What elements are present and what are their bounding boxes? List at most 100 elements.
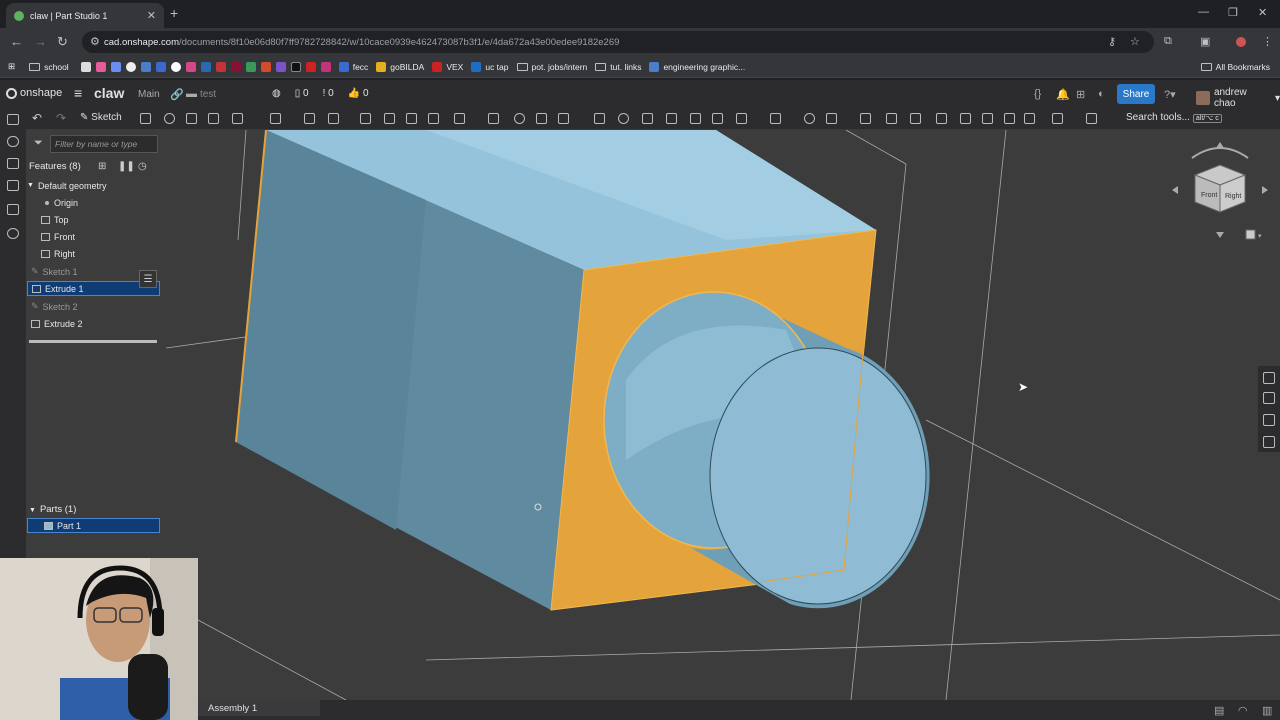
loft-icon[interactable] <box>208 113 219 124</box>
extend-icon[interactable] <box>982 113 993 124</box>
bookmark-star-icon[interactable]: ☆ <box>1130 35 1140 48</box>
bookmark-school[interactable]: school <box>29 62 69 72</box>
move-face-icon[interactable] <box>642 113 653 124</box>
mass-properties-icon[interactable] <box>1263 392 1275 404</box>
modify-fillet-icon[interactable] <box>618 113 629 124</box>
mate-connector-icon[interactable] <box>736 113 747 124</box>
onshape-logo[interactable]: onshape <box>6 87 62 99</box>
profile-avatar[interactable] <box>1236 37 1246 47</box>
user-menu[interactable]: andrew chao ▾ <box>1196 87 1280 109</box>
versions-counter[interactable]: ▯ 0 <box>295 88 309 99</box>
list-panel-toggle-icon[interactable]: ☰ <box>139 270 157 288</box>
bookmark-favicon-icon[interactable] <box>80 61 91 72</box>
tree-top-plane[interactable]: Top <box>27 212 160 227</box>
bookmark-jobs[interactable]: pot. jobs/intern <box>516 62 587 72</box>
bookmark-favicon-icon[interactable] <box>140 61 151 72</box>
appearance-icon[interactable] <box>7 180 19 191</box>
bookmark-tut-links[interactable]: tut. links <box>595 62 641 72</box>
toggle-panel-icon[interactable]: ▥ <box>1262 704 1272 717</box>
likes-counter[interactable]: 👍 0 <box>348 88 369 99</box>
github-icon[interactable] <box>125 61 136 72</box>
tree-front-plane[interactable]: Front <box>27 229 160 244</box>
pattern-icon[interactable] <box>454 113 465 124</box>
help-icon[interactable]: ?▾ <box>1164 88 1176 101</box>
shell-icon[interactable] <box>384 113 395 124</box>
info-icon[interactable] <box>170 61 181 72</box>
bookmark-favicon-icon[interactable] <box>275 61 286 72</box>
bookmark-favicon-icon[interactable] <box>110 61 121 72</box>
chamfer-icon[interactable] <box>304 113 315 124</box>
helix-icon[interactable] <box>770 113 781 124</box>
bookmark-favicon-icon[interactable] <box>230 61 241 72</box>
wrap-icon[interactable] <box>428 113 439 124</box>
history-icon[interactable] <box>7 228 19 239</box>
globe-icon[interactable]: ◍ <box>272 88 281 99</box>
key-icon[interactable]: ⚷ <box>1108 35 1116 48</box>
maximize-button[interactable]: ❐ <box>1228 6 1238 19</box>
bookmark-gobilda[interactable]: goBILDA <box>376 61 424 72</box>
view-options-icon[interactable] <box>1086 113 1097 124</box>
plane-icon[interactable] <box>712 113 723 124</box>
view-cube[interactable]: Front Right ▾ <box>1170 140 1270 250</box>
bookmark-engineering[interactable]: engineering graphic... <box>649 61 745 72</box>
cube-right-label[interactable]: Right <box>1225 193 1241 200</box>
draft-icon[interactable] <box>328 113 339 124</box>
replace-face-icon[interactable] <box>666 113 677 124</box>
undo-icon[interactable]: ↶ <box>32 111 42 125</box>
weld-icon[interactable] <box>936 113 947 124</box>
cursor-tools-icon[interactable] <box>1024 113 1035 124</box>
learning-icon[interactable]: ◐ <box>1098 88 1105 100</box>
forward-icon[interactable]: → <box>34 34 47 49</box>
trim-icon[interactable] <box>1004 113 1015 124</box>
bookmark-favicon-icon[interactable] <box>245 61 256 72</box>
bookmark-favicon-icon[interactable] <box>155 61 166 72</box>
menu-kebab-icon[interactable]: ⋮ <box>1262 35 1273 48</box>
tab-assembly-1[interactable]: Assembly 1 <box>198 700 320 716</box>
graphics-viewport[interactable] <box>26 130 1280 700</box>
revolve-icon[interactable] <box>164 113 175 124</box>
folder-add-icon[interactable]: ⊞ <box>98 161 106 172</box>
section-view-icon[interactable] <box>804 113 815 124</box>
hamburger-menu-icon[interactable]: ≡ <box>74 85 82 101</box>
minimize-button[interactable]: — <box>1198 6 1209 18</box>
bookmark-favicon-icon[interactable] <box>95 61 106 72</box>
extrude-icon[interactable] <box>140 113 151 124</box>
document-icon[interactable] <box>7 158 19 169</box>
model-view[interactable] <box>26 130 1280 700</box>
variable-icon[interactable] <box>826 113 837 124</box>
tree-extrude-2[interactable]: Extrude 2 <box>27 316 160 331</box>
browser-tab[interactable]: claw | Part Studio 1 ✕ <box>6 3 164 28</box>
sketch-button[interactable]: ✎ Sketch <box>80 112 122 123</box>
filter-icon[interactable]: ⏷ <box>34 137 43 150</box>
comments-icon[interactable] <box>7 136 19 147</box>
thicken-icon[interactable] <box>232 113 243 124</box>
feature-list-icon[interactable] <box>7 114 19 125</box>
workspace-name[interactable]: test <box>200 89 216 100</box>
search-tools-input[interactable]: Search tools... alt/⌥ c <box>1126 112 1222 123</box>
tree-part-1[interactable]: Part 1 <box>27 518 160 533</box>
boolean-icon[interactable] <box>514 113 525 124</box>
site-info-icon[interactable]: ⚙ <box>90 35 100 48</box>
tree-default-geometry[interactable]: ▼ Default geometry <box>27 178 160 193</box>
side-panel-icon[interactable]: ▣ <box>1200 35 1210 48</box>
tab-close-button[interactable]: ✕ <box>147 9 156 22</box>
back-icon[interactable]: ← <box>10 34 23 49</box>
offset-surface-icon[interactable] <box>690 113 701 124</box>
surface-icon[interactable] <box>960 113 971 124</box>
tree-origin[interactable]: Origin <box>27 195 160 210</box>
all-bookmarks[interactable]: All Bookmarks <box>1200 62 1270 72</box>
timer-icon[interactable]: ◷ <box>138 161 147 172</box>
variable-table-icon[interactable] <box>1263 436 1275 448</box>
linkedin-icon[interactable] <box>200 61 211 72</box>
rib-icon[interactable] <box>360 113 371 124</box>
appearance-panel-icon[interactable] <box>1263 372 1275 384</box>
insert-icon[interactable]: ▤ <box>1214 704 1224 717</box>
notifications-bell-icon[interactable]: 🔔 <box>1056 88 1070 101</box>
apps-grid-icon[interactable]: ⊞ <box>8 61 15 72</box>
x-icon[interactable] <box>290 61 301 72</box>
instagram-icon[interactable] <box>185 61 196 72</box>
close-window-button[interactable]: ✕ <box>1258 6 1267 19</box>
url-bar[interactable]: cad.onshape.com/documents/8f10e06d80f7ff… <box>82 31 1154 53</box>
section-icon[interactable]: ◠ <box>1238 704 1248 717</box>
tree-sketch-2[interactable]: ✎ Sketch 2 <box>27 299 160 314</box>
